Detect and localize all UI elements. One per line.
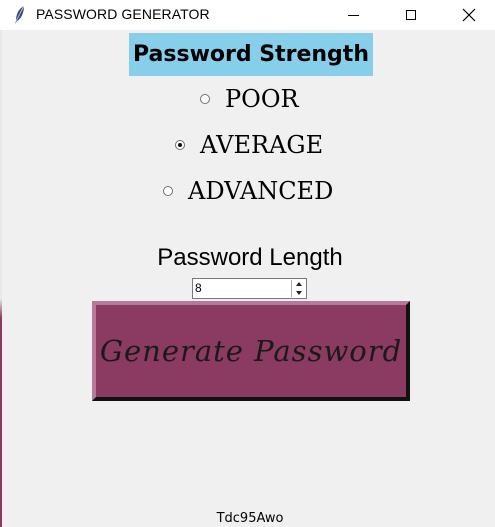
generated-password: Tdc95Awo xyxy=(216,511,284,526)
minimize-button[interactable] xyxy=(330,0,376,30)
maximize-icon xyxy=(406,10,416,20)
length-label: Password Length xyxy=(157,244,343,271)
window-edge xyxy=(0,30,2,527)
radio-button-poor[interactable] xyxy=(200,94,210,104)
radio-label-advanced[interactable]: ADVANCED xyxy=(188,177,333,205)
minimize-icon xyxy=(347,14,359,16)
radio-option-average[interactable]: AVERAGE xyxy=(175,130,323,160)
title-bar: PASSWORD GENERATOR xyxy=(0,0,495,30)
radio-button-advanced[interactable] xyxy=(163,186,173,196)
radio-button-average[interactable] xyxy=(175,140,185,150)
radio-option-advanced[interactable]: ADVANCED xyxy=(163,176,333,206)
generate-button-label: Generate Password xyxy=(99,334,403,368)
close-icon xyxy=(462,8,476,22)
generate-password-button[interactable]: Generate Password xyxy=(92,301,410,401)
length-spinbox[interactable]: 8 xyxy=(192,278,307,299)
window-title: PASSWORD GENERATOR xyxy=(36,6,210,22)
spin-up-arrow-icon[interactable] xyxy=(292,280,305,288)
feather-icon xyxy=(15,5,25,24)
spin-down-arrow-icon[interactable] xyxy=(292,289,305,297)
maximize-button[interactable] xyxy=(388,0,434,30)
spin-buttons xyxy=(291,280,305,297)
close-button[interactable] xyxy=(446,0,492,30)
radio-option-poor[interactable]: POOR xyxy=(200,84,299,114)
strength-heading: Password Strength xyxy=(129,33,373,76)
radio-label-average[interactable]: AVERAGE xyxy=(200,131,323,159)
length-value[interactable]: 8 xyxy=(195,281,202,295)
radio-label-poor[interactable]: POOR xyxy=(225,85,299,113)
